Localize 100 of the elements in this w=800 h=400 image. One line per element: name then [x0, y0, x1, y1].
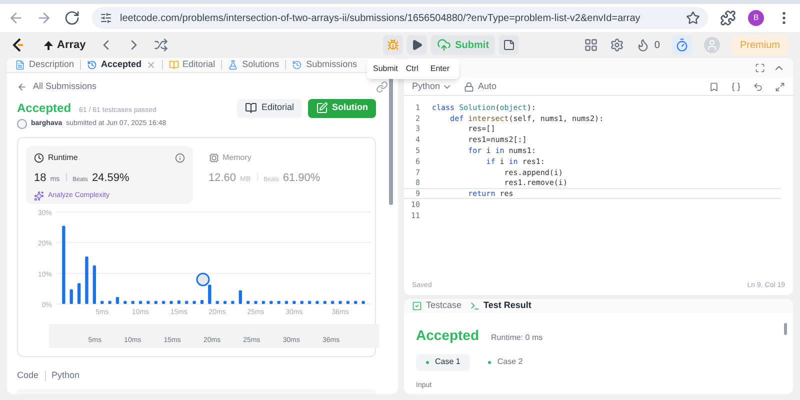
profile-avatar[interactable]: B	[748, 10, 764, 26]
link-icon[interactable]	[376, 80, 388, 92]
note-icon	[503, 39, 516, 51]
flask-icon	[228, 60, 238, 70]
panel-tab[interactable]: Description	[13, 58, 76, 72]
auto-mode[interactable]: Auto	[464, 80, 497, 94]
stat-title: Runtime	[48, 152, 78, 164]
case-tab[interactable]: Case 1	[416, 354, 470, 370]
chart-bar	[124, 300, 127, 304]
chart-bar	[284, 300, 288, 304]
chart-bar	[92, 265, 96, 304]
streak-count: 0	[654, 38, 660, 52]
forward-icon[interactable]	[36, 10, 52, 26]
chart-bar	[354, 300, 358, 304]
tooltip-label: Submit	[373, 63, 398, 75]
panel-tab[interactable]: Solutions	[226, 58, 282, 72]
chart-bar	[231, 300, 234, 304]
maximize-icon[interactable]	[755, 63, 765, 73]
stat-value: 18	[34, 171, 46, 186]
result-status: Accepted	[416, 326, 480, 345]
beats-value: 24.59%	[92, 171, 130, 186]
chart-bar	[85, 256, 88, 304]
chart-bar	[223, 300, 227, 304]
extensions-icon[interactable]	[720, 10, 736, 26]
user-avatar	[17, 118, 27, 129]
reset-icon[interactable]	[753, 82, 763, 92]
run-button[interactable]	[407, 35, 428, 55]
flame-icon	[636, 38, 650, 52]
close-icon[interactable]	[146, 60, 156, 70]
chart-bar	[323, 300, 326, 304]
braces-icon[interactable]	[731, 82, 741, 92]
clock-icon	[34, 153, 44, 163]
chart-bar	[346, 300, 350, 304]
all-submissions-link[interactable]: All Submissions	[17, 80, 97, 94]
code-label: Code	[17, 369, 39, 382]
address-bar[interactable]: leetcode.com/problems/intersection-of-two-arrays-ii/submissions/1656504880/?envType=problem-list-v2&envId=array	[92, 7, 708, 29]
panel-tab[interactable]: Accepted	[85, 58, 158, 72]
language-select[interactable]: Python	[412, 80, 452, 94]
chart-bar	[292, 300, 296, 304]
stat-title: Memory	[222, 152, 252, 164]
chart-bar	[338, 300, 342, 304]
history-icon	[292, 60, 302, 70]
solution-button[interactable]: Solution	[308, 98, 376, 118]
scrollbar[interactable]	[784, 322, 787, 334]
chart-bar	[77, 283, 81, 304]
beats-value: 61.90%	[282, 171, 320, 186]
result-runtime: Runtime: 0 ms	[491, 332, 543, 344]
chart-bar	[277, 300, 280, 304]
panel-tab[interactable]: Submissions	[290, 58, 360, 72]
grid-icon[interactable]	[584, 38, 598, 52]
book-icon	[168, 60, 179, 70]
panel-tab[interactable]: Editorial	[166, 58, 218, 72]
book-icon	[245, 102, 258, 114]
play-icon	[411, 39, 424, 51]
expand-icon[interactable]	[775, 82, 785, 92]
chart-bar	[208, 284, 212, 304]
chart-bar	[146, 300, 150, 304]
notes-button[interactable]	[499, 35, 520, 55]
document-icon	[15, 60, 25, 70]
chart-bar	[100, 300, 104, 304]
sparkle-icon	[34, 190, 44, 201]
chart-bar	[154, 300, 158, 304]
bug-icon	[387, 39, 400, 51]
info-icon[interactable]	[174, 153, 184, 163]
reload-icon[interactable]	[64, 10, 80, 26]
user-icon	[706, 39, 718, 51]
shuffle-icon[interactable]	[154, 38, 168, 52]
chart-bar	[200, 300, 204, 304]
timer-button[interactable]	[672, 35, 692, 55]
check-icon	[412, 300, 422, 311]
site-settings-icon[interactable]	[100, 12, 112, 24]
cloud-upload-icon	[437, 38, 452, 52]
terminal-icon	[470, 300, 480, 311]
logo-icon[interactable]	[12, 38, 24, 52]
chart-bar	[162, 300, 166, 304]
star-icon[interactable]	[686, 11, 700, 25]
lock-icon	[464, 82, 474, 92]
timer-icon	[674, 38, 689, 52]
chart-bar	[362, 300, 365, 304]
chart-bar	[330, 300, 334, 304]
back-arrow-icon	[17, 82, 27, 92]
chart-bar	[308, 300, 312, 304]
result-tab[interactable]: Testcase	[412, 299, 462, 312]
chart-bar	[238, 290, 242, 304]
bookmark-icon[interactable]	[709, 82, 719, 92]
settings-icon[interactable]	[610, 38, 624, 52]
chart-bar	[138, 300, 142, 304]
code-language: Python	[52, 369, 80, 382]
chart-bar	[262, 300, 266, 304]
problem-list-link[interactable]: Array	[57, 36, 86, 54]
case-tab[interactable]: Case 2	[478, 354, 533, 370]
chart-bar	[108, 300, 112, 304]
result-tab[interactable]: Test Result	[470, 299, 532, 312]
back-icon[interactable]	[8, 10, 24, 26]
chart-bar	[216, 300, 219, 304]
chart-bar	[300, 300, 304, 304]
history-icon	[87, 60, 98, 70]
editorial-button[interactable]: Editorial	[237, 98, 302, 118]
submission-status: Accepted	[17, 100, 72, 116]
chart-bar	[170, 300, 173, 304]
